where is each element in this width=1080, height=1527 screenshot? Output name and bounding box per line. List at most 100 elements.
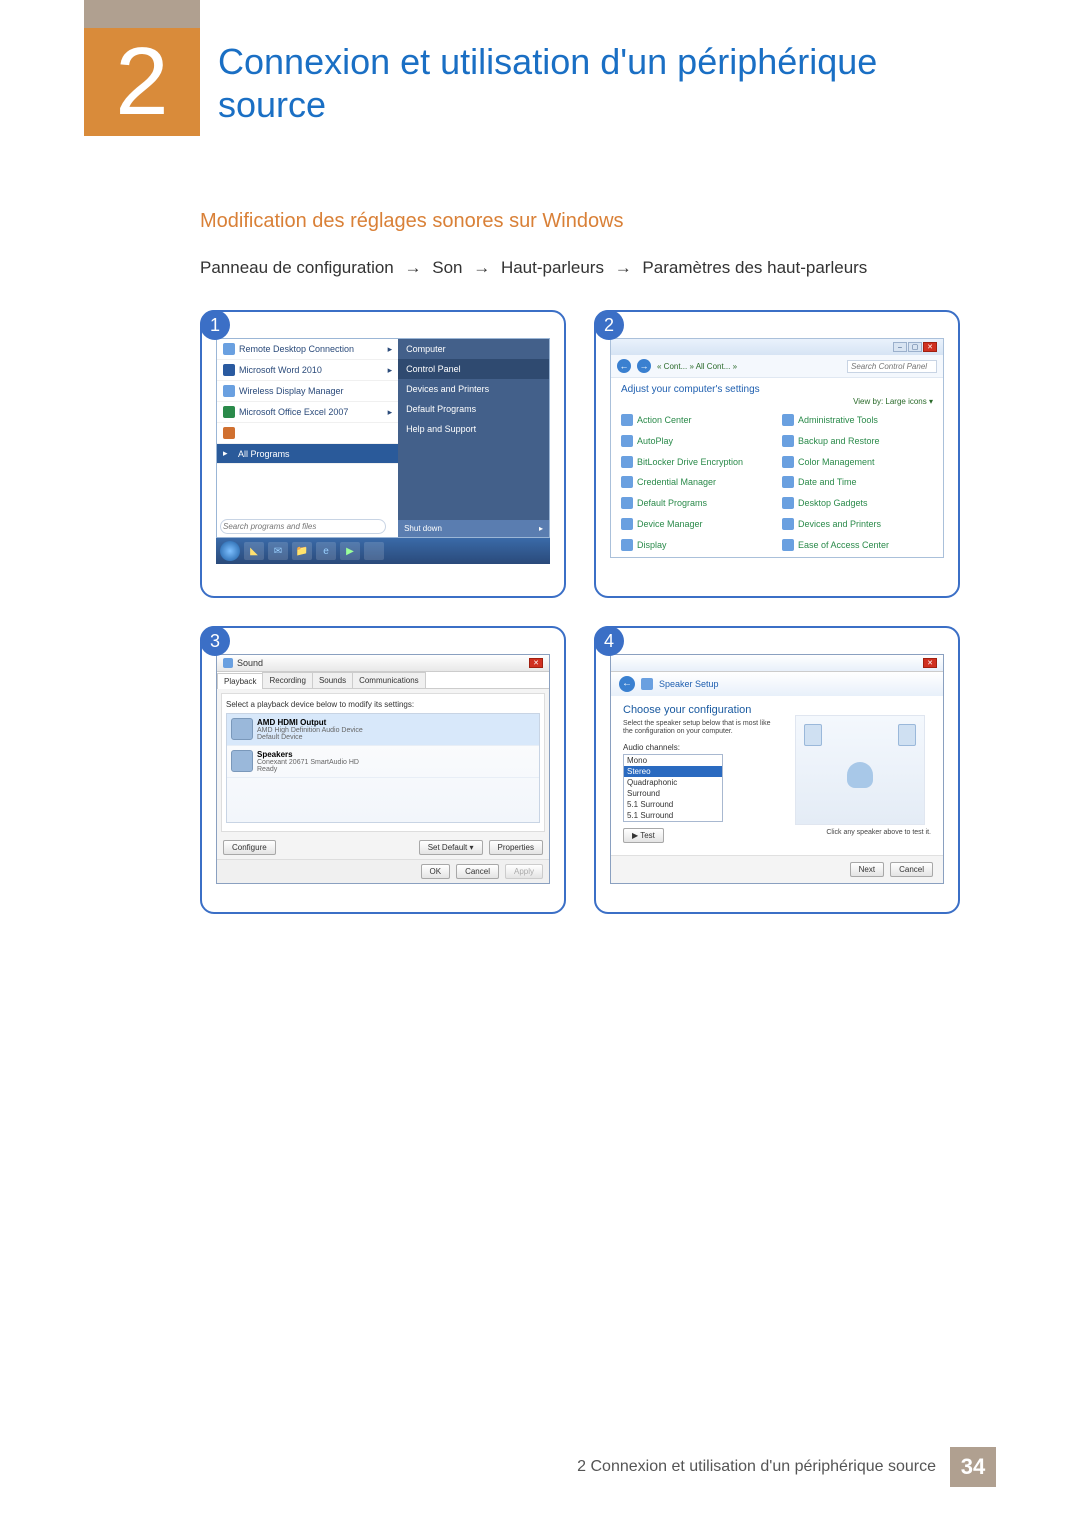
channel-item[interactable]: 5.1 Surround	[624, 810, 722, 821]
taskbar-button[interactable]: 📁	[292, 542, 312, 560]
start-menu-item[interactable]: Microsoft Office Excel 2007▸	[217, 402, 398, 423]
start-menu-item-label: Microsoft Office Excel 2007	[239, 407, 348, 417]
window-buttons: ✕	[923, 658, 937, 668]
start-right-item-control-panel[interactable]: Control Panel	[398, 359, 549, 379]
cp-item-label: Ease of Access Center	[798, 540, 889, 550]
cp-item[interactable]: Devices and Printers	[782, 516, 933, 533]
device-item[interactable]: AMD HDMI OutputAMD High Definition Audio…	[227, 714, 539, 746]
cp-item-label: Administrative Tools	[798, 415, 878, 425]
cp-item[interactable]: Date and Time	[782, 474, 933, 491]
cp-item-label: Date and Time	[798, 477, 857, 487]
breadcrumb: Panneau de configuration → Son → Haut-pa…	[200, 258, 867, 278]
start-menu-item[interactable]	[217, 423, 398, 444]
step-badge: 2	[594, 310, 624, 340]
cp-item[interactable]: Credential Manager	[621, 474, 772, 491]
credential-icon	[621, 476, 633, 488]
channel-item[interactable]: Mono	[624, 755, 722, 766]
panel-control-panel: 2 – ▢ ✕ ← → « Cont... » All Cont... » Ad…	[594, 310, 960, 598]
channel-item[interactable]: Stereo	[624, 766, 722, 777]
cp-item[interactable]: AutoPlay	[621, 433, 772, 450]
cp-heading: Adjust your computer's settings	[611, 378, 943, 397]
cp-item[interactable]: Action Center	[621, 412, 772, 429]
device-item[interactable]: SpeakersConexant 20671 SmartAudio HDRead…	[227, 746, 539, 778]
set-default-button[interactable]: Set Default ▾	[419, 840, 483, 855]
cp-item[interactable]: Display	[621, 536, 772, 553]
cp-item[interactable]: Color Management	[782, 453, 933, 470]
next-button[interactable]: Next	[850, 862, 884, 877]
configure-button[interactable]: Configure	[223, 840, 276, 855]
start-orb-icon[interactable]	[220, 541, 240, 561]
start-menu-item[interactable]: Remote Desktop Connection▸	[217, 339, 398, 360]
view-by[interactable]: View by: Large icons ▾	[611, 397, 943, 408]
taskbar-button[interactable]: e	[316, 542, 336, 560]
arrow-icon: →	[399, 258, 428, 277]
apply-button[interactable]: Apply	[505, 864, 543, 879]
shutdown-button[interactable]: Shut down▸	[398, 520, 549, 537]
all-programs[interactable]: ▸ All Programs	[217, 444, 398, 464]
tab-playback[interactable]: Playback	[217, 673, 263, 689]
cp-search	[847, 360, 937, 373]
tab-communications[interactable]: Communications	[352, 672, 426, 688]
speaker-diagram	[795, 715, 925, 825]
test-button[interactable]: ▶ Test	[623, 828, 664, 843]
hdmi-icon	[231, 718, 253, 740]
start-right-item[interactable]: Computer	[398, 339, 549, 359]
start-right-item[interactable]: Default Programs	[398, 399, 549, 419]
close-button[interactable]: ✕	[529, 658, 543, 668]
step-badge: 4	[594, 626, 624, 656]
dialog-body: Select a playback device below to modify…	[221, 693, 545, 832]
taskbar: ◣ ✉ 📁 e ▶	[216, 538, 550, 564]
taskbar-button[interactable]: ✉	[268, 542, 288, 560]
taskbar-button[interactable]: ◣	[244, 542, 264, 560]
speaker-icon	[231, 750, 253, 772]
ok-button[interactable]: OK	[421, 864, 451, 879]
channel-item[interactable]: Quadraphonic	[624, 777, 722, 788]
tab-recording[interactable]: Recording	[262, 672, 312, 688]
back-icon[interactable]: ←	[619, 676, 635, 692]
channel-item[interactable]: Surround	[624, 788, 722, 799]
back-icon[interactable]: ←	[617, 359, 631, 373]
start-right-item[interactable]: Devices and Printers	[398, 379, 549, 399]
cp-item[interactable]: BitLocker Drive Encryption	[621, 453, 772, 470]
cp-item[interactable]: Backup and Restore	[782, 433, 933, 450]
cp-item[interactable]: Ease of Access Center	[782, 536, 933, 553]
speaker-left-icon[interactable]	[804, 724, 822, 746]
sound-icon	[223, 658, 233, 668]
tab-sounds[interactable]: Sounds	[312, 672, 353, 688]
maximize-button[interactable]: ▢	[908, 342, 922, 352]
start-menu-item[interactable]: Microsoft Word 2010▸	[217, 360, 398, 381]
device-name: Speakers	[257, 750, 359, 759]
cancel-button[interactable]: Cancel	[890, 862, 933, 877]
cp-item-label: Desktop Gadgets	[798, 498, 868, 508]
properties-button[interactable]: Properties	[489, 840, 543, 855]
cp-item[interactable]: Device Manager	[621, 516, 772, 533]
start-menu-left: Remote Desktop Connection▸ Microsoft Wor…	[217, 339, 398, 537]
device-list[interactable]: AMD HDMI OutputAMD High Definition Audio…	[226, 713, 540, 823]
backup-icon	[782, 435, 794, 447]
cp-search-input[interactable]	[847, 360, 937, 373]
minimize-button[interactable]: –	[893, 342, 907, 352]
dialog-buttons-row: Configure Set Default ▾ Properties	[217, 836, 549, 859]
address-crumb[interactable]: « Cont... » All Cont... »	[657, 362, 737, 371]
channels-list[interactable]: Mono Stereo Quadraphonic Surround 5.1 Su…	[623, 754, 723, 822]
taskbar-button[interactable]: ▶	[340, 542, 360, 560]
cp-item[interactable]: Desktop Gadgets	[782, 495, 933, 512]
window-titlebar: ✕	[611, 655, 943, 672]
excel-icon	[223, 406, 235, 418]
cp-item-label: Display	[637, 540, 667, 550]
cp-item[interactable]: Administrative Tools	[782, 412, 933, 429]
wizard-header: ← Speaker Setup	[611, 672, 943, 696]
forward-icon[interactable]: →	[637, 359, 651, 373]
start-right-item[interactable]: Help and Support	[398, 419, 549, 439]
start-menu-item[interactable]: Wireless Display Manager	[217, 381, 398, 402]
channel-item[interactable]: 7.1 Surround	[624, 821, 722, 822]
start-search-input[interactable]	[220, 519, 386, 534]
color-icon	[782, 456, 794, 468]
close-button[interactable]: ✕	[923, 342, 937, 352]
channel-item[interactable]: 5.1 Surround	[624, 799, 722, 810]
cancel-button[interactable]: Cancel	[456, 864, 499, 879]
speaker-right-icon[interactable]	[898, 724, 916, 746]
cp-item[interactable]: Default Programs	[621, 495, 772, 512]
close-button[interactable]: ✕	[923, 658, 937, 668]
taskbar-button[interactable]	[364, 542, 384, 560]
